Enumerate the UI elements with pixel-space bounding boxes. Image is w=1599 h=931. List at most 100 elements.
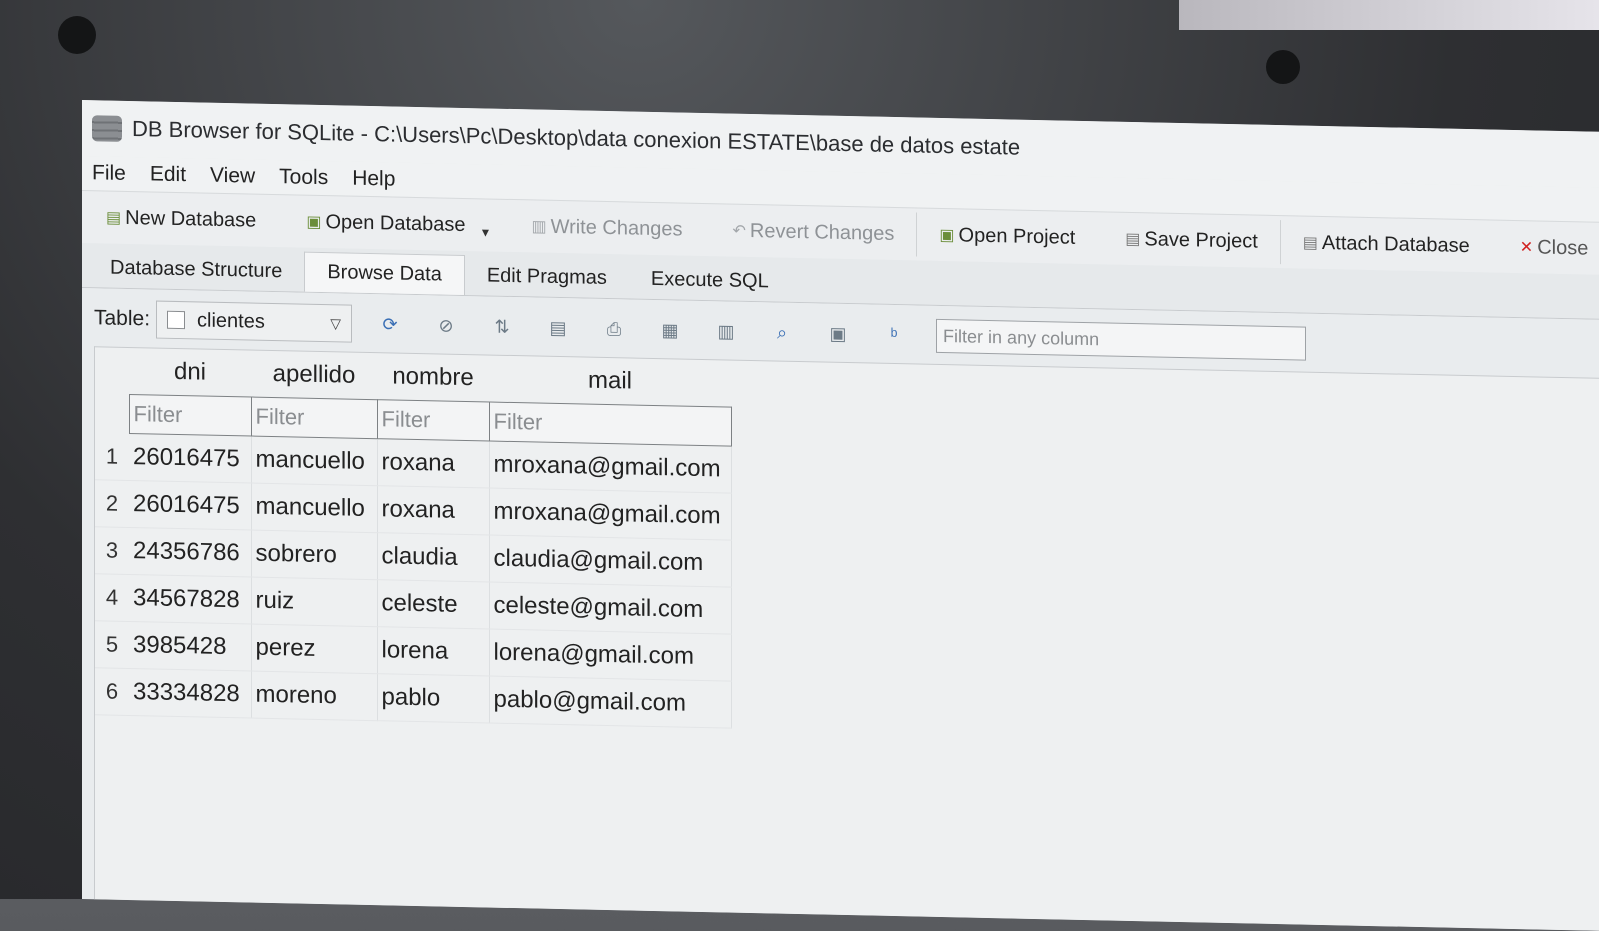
row-number-header	[95, 347, 129, 394]
cell-nombre[interactable]: lorena	[377, 626, 489, 677]
column-header-dni[interactable]: dni	[129, 348, 251, 397]
write-changes-button[interactable]: ▥ Write Changes	[531, 215, 682, 241]
toolbar-separator	[916, 212, 918, 257]
filter-cell-mail	[489, 402, 731, 447]
cell-nombre[interactable]: claudia	[377, 532, 489, 583]
close-icon: ✕	[1519, 239, 1534, 257]
delete-record-icon[interactable]: ▥	[708, 313, 744, 350]
menu-edit[interactable]: Edit	[150, 162, 186, 187]
table-select[interactable]: clientes ▽	[156, 300, 353, 343]
cell-nombre[interactable]: pablo	[377, 673, 489, 724]
cell-nombre[interactable]: roxana	[377, 438, 489, 489]
new-database-label: New Database	[125, 206, 257, 232]
attach-database-label: Attach Database	[1321, 231, 1470, 257]
revert-changes-button[interactable]: ↶ Revert Changes	[732, 219, 894, 245]
open-database-label: Open Database	[325, 210, 466, 236]
cell-apellido[interactable]: mancuello	[251, 436, 377, 486]
filter-cell-apellido	[251, 397, 377, 439]
cell-dni[interactable]: 34567828	[129, 574, 251, 625]
save-table-as-icon[interactable]: ▤	[540, 310, 576, 347]
cell-mail[interactable]: mroxana@gmail.com	[489, 441, 731, 494]
close-database-label: Close	[1537, 235, 1589, 260]
bezel-screw	[58, 16, 96, 54]
menu-help[interactable]: Help	[352, 167, 395, 192]
filter-nombre-input[interactable]	[377, 401, 489, 440]
cell-dni[interactable]: 26016475	[129, 480, 251, 531]
cell-nombre[interactable]: celeste	[377, 579, 489, 630]
attach-database-icon: ▤	[1302, 234, 1318, 252]
table-label: Table:	[94, 306, 151, 331]
find-replace-icon[interactable]: ▣	[820, 315, 856, 352]
row-number[interactable]: 1	[95, 432, 129, 481]
filter-apellido-input[interactable]	[251, 398, 377, 438]
records-table: dni apellido nombre mail 1 26016475	[95, 347, 732, 729]
tab-execute-sql[interactable]: Execute SQL	[629, 259, 791, 301]
table-icon	[167, 310, 186, 330]
menu-view[interactable]: View	[210, 164, 255, 189]
insert-record-icon[interactable]: ▦	[652, 312, 688, 349]
column-header-nombre[interactable]: nombre	[377, 353, 489, 402]
cell-nombre[interactable]: roxana	[377, 485, 489, 536]
filter-cell-nombre	[377, 399, 489, 442]
save-project-icon: ▤	[1125, 230, 1141, 249]
clear-sorting-icon[interactable]: ⇅	[484, 308, 520, 345]
attach-database-button[interactable]: ▤ Attach Database	[1303, 231, 1470, 257]
new-database-button[interactable]: ▤ New Database	[106, 206, 256, 232]
filter-any-column-input[interactable]	[936, 318, 1307, 361]
cell-mail[interactable]: lorena@gmail.com	[489, 629, 731, 682]
cell-mail[interactable]: celeste@gmail.com	[489, 582, 731, 635]
cell-dni[interactable]: 3985428	[129, 621, 251, 672]
save-project-button[interactable]: ▤ Save Project	[1125, 227, 1258, 253]
replace-icon[interactable]: ᵇ	[876, 317, 912, 354]
cell-apellido[interactable]: mancuello	[251, 483, 377, 533]
filter-cell-dni	[129, 394, 251, 437]
open-database-button[interactable]: ▣ Open Database	[306, 210, 465, 236]
window-title: DB Browser for SQLite - C:\Users\Pc\Desk…	[132, 116, 1021, 160]
cell-mail[interactable]: pablo@gmail.com	[489, 676, 731, 729]
webcam	[1266, 50, 1300, 84]
refresh-icon[interactable]: ⟳	[372, 306, 408, 343]
cell-apellido[interactable]: ruiz	[251, 577, 377, 627]
cell-mail[interactable]: mroxana@gmail.com	[489, 488, 731, 541]
table-select-value: clientes	[197, 308, 265, 333]
cell-dni[interactable]: 24356786	[129, 527, 251, 578]
write-changes-label: Write Changes	[550, 215, 683, 241]
row-number[interactable]: 6	[95, 667, 129, 716]
open-project-icon: ▣	[939, 226, 955, 245]
print-icon[interactable]: ⎙	[596, 311, 632, 348]
row-number[interactable]: 2	[95, 479, 129, 528]
filter-dni-input[interactable]	[129, 395, 251, 435]
filter-mail-input[interactable]	[489, 403, 731, 445]
column-header-apellido[interactable]: apellido	[251, 351, 377, 400]
cell-dni[interactable]: 33334828	[129, 668, 251, 719]
tab-edit-pragmas[interactable]: Edit Pragmas	[465, 256, 629, 298]
menu-file[interactable]: File	[92, 161, 126, 186]
cell-apellido[interactable]: moreno	[251, 671, 377, 721]
tab-database-structure[interactable]: Database Structure	[88, 248, 304, 292]
row-number[interactable]: 5	[95, 620, 129, 669]
cell-mail[interactable]: claudia@gmail.com	[489, 535, 731, 588]
open-project-button[interactable]: ▣ Open Project	[939, 223, 1075, 249]
open-database-dropdown-icon[interactable]: ▼	[480, 225, 492, 239]
database-app-icon	[92, 115, 122, 142]
open-database-icon: ▣	[306, 213, 322, 232]
data-grid: dni apellido nombre mail 1 26016475	[94, 346, 1599, 931]
row-number[interactable]: 3	[95, 526, 129, 575]
clear-filters-icon[interactable]: ⊘	[428, 307, 464, 344]
write-changes-icon: ▥	[531, 218, 547, 236]
cell-apellido[interactable]: perez	[251, 624, 377, 674]
background-wall	[1179, 0, 1599, 30]
row-number[interactable]: 4	[95, 573, 129, 622]
tab-browse-data[interactable]: Browse Data	[304, 251, 465, 296]
menu-tools[interactable]: Tools	[279, 165, 328, 190]
cell-dni[interactable]: 26016475	[129, 433, 251, 484]
app-window: DB Browser for SQLite - C:\Users\Pc\Desk…	[82, 100, 1599, 931]
save-project-label: Save Project	[1144, 227, 1258, 253]
revert-changes-label: Revert Changes	[749, 219, 895, 245]
close-database-button[interactable]: ✕ Close	[1520, 236, 1589, 260]
new-database-icon: ▤	[106, 209, 122, 227]
cell-apellido[interactable]: sobrero	[251, 530, 377, 580]
find-icon[interactable]: ⌕	[764, 314, 800, 351]
chevron-down-icon: ▽	[330, 314, 342, 331]
column-header-mail[interactable]: mail	[489, 356, 731, 408]
